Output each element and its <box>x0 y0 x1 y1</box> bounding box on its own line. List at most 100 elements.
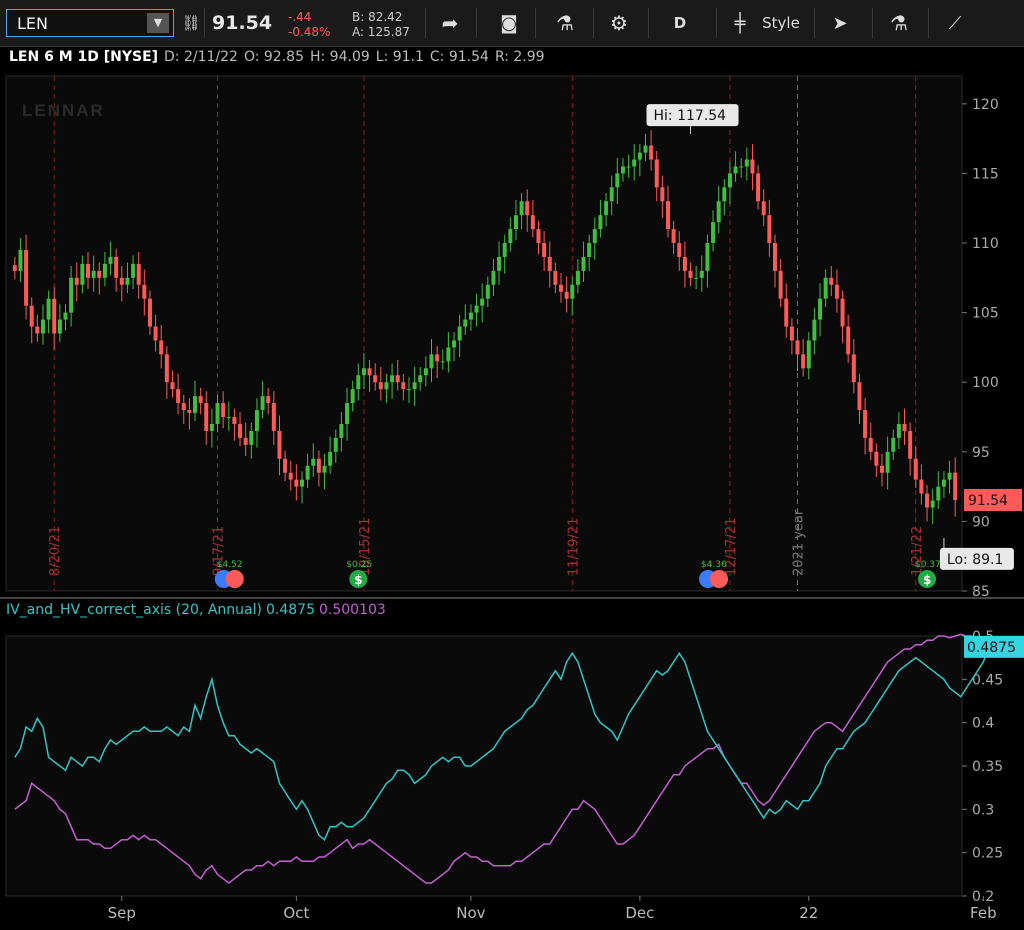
candle-body <box>688 270 693 278</box>
alert-icon[interactable]: ◙ <box>494 6 524 40</box>
separator <box>535 8 536 38</box>
x-tick-label: 22 <box>799 904 818 922</box>
share-icon[interactable]: ➦ <box>432 6 468 40</box>
candle-body <box>784 298 789 327</box>
candle-body <box>277 430 282 459</box>
study-header: IV_and_HV_correct_axis (20, Annual) 0.48… <box>6 602 386 618</box>
candle-body <box>598 215 603 230</box>
candle-body <box>519 201 524 216</box>
change-pct: -0.48% <box>288 25 331 39</box>
study-hv-value: 0.500103 <box>318 602 386 618</box>
y-tick-label: 85 <box>972 584 990 600</box>
study-iv-value: 0.4875 <box>265 602 315 618</box>
candle-body <box>559 284 564 292</box>
candle-body <box>778 270 783 299</box>
candle-body <box>925 493 930 508</box>
candle-body <box>604 201 609 216</box>
candle-body <box>829 277 834 285</box>
x-tick-label: Nov <box>456 904 485 922</box>
flask-icon[interactable]: ⚗ <box>550 6 580 40</box>
candle-body <box>119 277 124 285</box>
separator <box>814 8 815 38</box>
date-line-label: 11/19/21 <box>566 518 581 576</box>
y-tick-label: 105 <box>972 306 999 322</box>
candle-body <box>722 187 727 202</box>
candle-body <box>620 166 625 174</box>
candle-body <box>536 229 541 244</box>
style-button[interactable]: Style <box>756 6 806 40</box>
candle-body <box>57 319 62 334</box>
cursor-icon[interactable]: ➤ <box>826 6 854 40</box>
candle-body <box>283 458 288 473</box>
candle-body <box>795 340 800 355</box>
candle-icon[interactable]: ╪ <box>728 6 752 40</box>
link-icon[interactable]: ⛓ <box>180 6 202 40</box>
candle-body <box>654 159 659 188</box>
candle-body <box>874 451 879 466</box>
change-value: -.44 <box>288 10 312 24</box>
change-block: -.44 -0.48% <box>288 10 330 40</box>
candle-body <box>384 382 389 390</box>
candle-body <box>305 465 310 480</box>
candle-body <box>626 166 631 168</box>
aggregation-button[interactable]: D <box>668 6 692 40</box>
y-tick-label: 100 <box>972 375 999 391</box>
candle-body <box>423 368 428 376</box>
x-tick-label: Feb <box>970 904 997 922</box>
candle-body <box>452 340 457 348</box>
gear-icon[interactable]: ⚙ <box>604 6 634 40</box>
y-tick-label: 110 <box>972 236 999 252</box>
symbol-input[interactable]: LEN ▼ <box>6 9 174 37</box>
candle-body <box>592 229 597 244</box>
candle-body <box>756 173 761 202</box>
candle-body <box>705 243 710 271</box>
candle-body <box>502 243 507 257</box>
earnings-icon <box>225 570 244 588</box>
drawings-icon[interactable]: ⟋ <box>940 6 970 40</box>
candle-body <box>288 472 293 480</box>
candle-body <box>727 173 732 188</box>
candle-body <box>896 423 901 438</box>
candle-body <box>395 375 400 383</box>
chevron-down-icon[interactable]: ▼ <box>147 13 169 33</box>
candle-body <box>406 389 411 391</box>
candle-body <box>767 215 772 244</box>
candle-body <box>806 340 811 369</box>
candle-body <box>587 243 592 257</box>
y-tick-label: 90 <box>972 514 990 530</box>
candle-body <box>902 423 907 431</box>
candle-body <box>457 326 462 341</box>
candle-body <box>857 382 862 411</box>
event-amount-label: $0.25 <box>346 560 372 570</box>
candle-body <box>373 375 378 383</box>
candle-body <box>136 263 141 285</box>
candle-body <box>750 159 755 174</box>
candle-body <box>350 389 355 404</box>
candle-body <box>29 305 34 327</box>
candle-body <box>581 256 586 271</box>
candle-body <box>339 423 344 438</box>
candle-body <box>632 159 637 167</box>
dividend-icon-glyph: $ <box>354 573 362 587</box>
candle-body <box>80 263 85 285</box>
candle-body <box>52 298 57 334</box>
candle-body <box>204 403 209 431</box>
candle-body <box>615 173 620 188</box>
candle-body <box>575 270 580 285</box>
candle-body <box>643 145 648 153</box>
candle-body <box>818 298 823 320</box>
candle-body <box>378 382 383 390</box>
candle-body <box>463 319 468 327</box>
candle-body <box>711 222 716 244</box>
candle-body <box>716 201 721 223</box>
x-tick-label: Dec <box>625 904 654 922</box>
candle-body <box>497 256 502 271</box>
candle-body <box>547 256 552 271</box>
symbol-text: LEN <box>17 14 48 33</box>
candle-body <box>485 284 490 299</box>
studies-icon[interactable]: ⚗ <box>884 6 914 40</box>
candle-body <box>316 458 321 473</box>
candle-body <box>677 243 682 257</box>
price-chart[interactable]: LENNAR8/20/21 9/17/21 10/15/21 11/19/21 12/1… <box>0 46 1024 930</box>
candle-body <box>789 326 794 341</box>
